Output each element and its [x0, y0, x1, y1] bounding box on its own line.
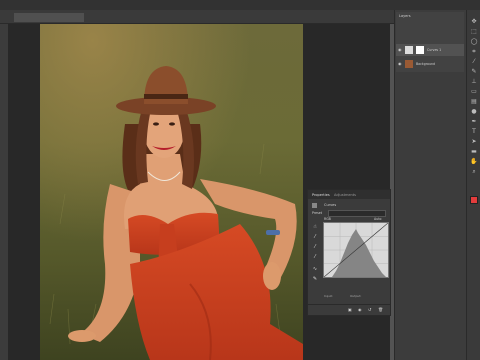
lasso-icon[interactable]: ◯ — [470, 38, 478, 45]
on-image-adjust-icon[interactable]: ☝ — [312, 224, 318, 230]
type-icon[interactable]: T — [470, 128, 478, 135]
visibility-icon[interactable]: ◉ — [398, 47, 402, 52]
auto-button[interactable]: Auto — [374, 217, 381, 221]
gray-point-eyedropper-icon[interactable]: ⁄ — [312, 244, 318, 250]
delete-icon[interactable]: 🗑 — [378, 307, 383, 312]
tools-panel: ✥ ⬚ ◯ ⌗ ⁄ ✎ ⊥ ▭ ▤ ● ✒ T ➤ ▬ ✋ ⌕ — [466, 10, 480, 360]
layer-name: Curves 1 — [427, 48, 442, 52]
pen-icon[interactable]: ✒ — [470, 118, 478, 125]
preset-label: Preset — [312, 211, 322, 215]
layer-thumbnail — [405, 60, 413, 68]
shape-icon[interactable]: ▬ — [470, 148, 478, 155]
curve-edit-icon[interactable]: ∿ — [312, 266, 318, 272]
layer-name: Background — [416, 62, 436, 66]
dodge-icon[interactable]: ● — [470, 108, 478, 115]
marquee-icon[interactable]: ⬚ — [470, 28, 478, 35]
white-point-eyedropper-icon[interactable]: ⁄ — [312, 254, 318, 260]
histogram-chart — [324, 223, 388, 277]
curves-adjustment-icon — [312, 203, 317, 208]
stamp-icon[interactable]: ⊥ — [470, 78, 478, 85]
tab-properties[interactable]: Properties — [312, 192, 330, 198]
move-icon[interactable]: ✥ — [470, 18, 478, 25]
visibility-icon[interactable]: ◉ — [398, 61, 402, 66]
eraser-icon[interactable]: ▭ — [470, 88, 478, 95]
eyedropper-icon[interactable]: ⁄ — [470, 58, 478, 65]
crop-icon[interactable]: ⌗ — [470, 48, 478, 55]
preset-select[interactable] — [328, 210, 386, 217]
visibility-icon[interactable]: ◉ — [358, 307, 362, 312]
layer-row[interactable]: ◉ Background — [396, 58, 464, 70]
clip-to-layer-icon[interactable]: ▣ — [348, 307, 352, 312]
tab-adjustments[interactable]: Adjustments — [334, 192, 356, 198]
output-label: Output: — [350, 294, 362, 298]
mask-thumbnail — [416, 46, 424, 54]
adjustment-thumbnail — [405, 46, 413, 54]
document-tab[interactable] — [14, 13, 84, 22]
panel-footer-divider — [308, 304, 390, 305]
reset-icon[interactable]: ↺ — [368, 307, 371, 312]
layers-panel: Layers ◉ Curves 1 ◉ Background — [396, 12, 464, 72]
black-point-eyedropper-icon[interactable]: ⁄ — [312, 234, 318, 240]
curves-graph[interactable] — [323, 222, 389, 278]
path-select-icon[interactable]: ➤ — [470, 138, 478, 145]
portrait-photo — [40, 24, 303, 360]
pencil-icon[interactable]: ✎ — [312, 276, 318, 282]
hand-icon[interactable]: ✋ — [470, 158, 478, 165]
layer-row[interactable]: ◉ Curves 1 — [396, 44, 464, 56]
menu-bar — [0, 0, 480, 10]
gradient-icon[interactable]: ▤ — [470, 98, 478, 105]
channel-select[interactable]: RGB — [324, 217, 331, 221]
foreground-color-swatch[interactable] — [470, 196, 478, 204]
properties-panel: Properties Adjustments Curves Preset RGB… — [307, 189, 391, 316]
photo-canvas[interactable] — [40, 24, 303, 360]
left-toolbar — [0, 24, 8, 360]
panel-title: Curves — [324, 203, 337, 207]
zoom-icon[interactable]: ⌕ — [470, 168, 478, 175]
layers-panel-title: Layers — [399, 14, 411, 18]
brush-icon[interactable]: ✎ — [470, 68, 478, 75]
input-label: Input: — [324, 294, 333, 298]
